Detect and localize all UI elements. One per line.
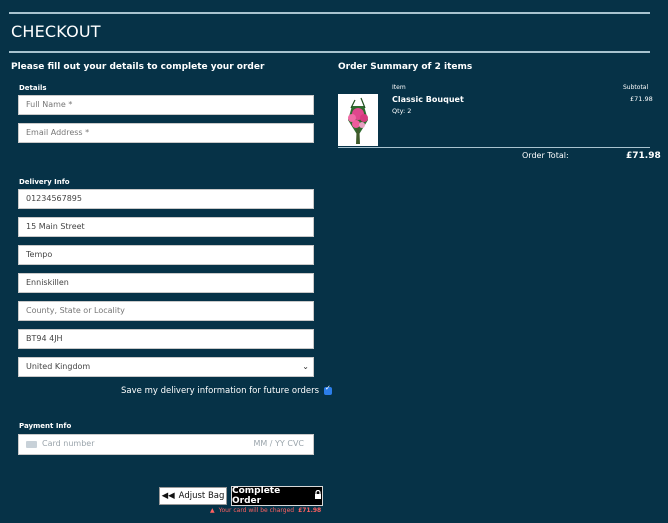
card-input[interactable]: Card number MM / YY CVC <box>18 434 314 455</box>
county-input[interactable]: County, State or Locality <box>18 301 314 321</box>
adjust-bag-button[interactable]: ◀◀ Adjust Bag <box>159 487 227 505</box>
email-input[interactable]: Email Address * <box>18 123 314 143</box>
page-title: CHECKOUT <box>11 22 101 41</box>
save-info-row[interactable]: Save my delivery information for future … <box>121 384 332 396</box>
item-column-header: Item <box>392 84 406 91</box>
save-info-label: Save my delivery information for future … <box>121 386 319 396</box>
form-instructions: Please fill out your details to complete… <box>11 62 265 72</box>
full-name-input[interactable]: Full Name * <box>18 95 314 115</box>
postcode-input[interactable]: BT94 4JH <box>18 329 314 349</box>
warning-icon: ▲ <box>210 507 215 514</box>
warning-text: Your card will be charged <box>218 507 295 514</box>
order-total-value: £71.98 <box>626 151 661 161</box>
country-value: United Kingdom <box>26 362 91 371</box>
warning-amount: £71.98 <box>298 507 322 514</box>
card-expiry-cvc-placeholder: MM / YY CVC <box>253 439 304 448</box>
title-rule <box>9 51 650 53</box>
order-summary-title: Order Summary of 2 items <box>338 62 473 72</box>
complete-order-button[interactable]: Complete Order <box>231 486 323 506</box>
card-number-placeholder: Card number <box>42 439 95 448</box>
delivery-label: Delivery Info <box>19 178 70 186</box>
save-info-checkbox[interactable] <box>324 384 332 395</box>
details-label: Details <box>19 84 47 92</box>
charge-warning: ▲ Your card will be charged £71.98 <box>210 507 321 514</box>
city-input[interactable]: Enniskillen <box>18 273 314 293</box>
product-subtotal: £71.98 <box>630 95 653 103</box>
phone-input[interactable]: 01234567895 <box>18 189 314 209</box>
product-qty: Qty: 2 <box>392 107 412 115</box>
total-divider <box>338 147 650 148</box>
top-rule <box>9 12 650 14</box>
product-name: Classic Bouquet <box>392 95 464 104</box>
complete-order-label: Complete Order <box>232 486 281 506</box>
subtotal-column-header: Subtotal <box>623 84 649 91</box>
chevron-down-icon: ⌄ <box>302 362 309 371</box>
country-select[interactable]: United Kingdom ⌄ <box>18 357 314 377</box>
adjust-bag-label: Adjust Bag <box>178 491 225 501</box>
rewind-icon: ◀◀ <box>161 491 175 501</box>
card-icon <box>26 441 37 448</box>
town-input[interactable]: Tempo <box>18 245 314 265</box>
payment-label: Payment Info <box>19 422 72 430</box>
lock-icon <box>314 489 322 502</box>
street-input[interactable]: 15 Main Street <box>18 217 314 237</box>
order-total-label: Order Total: <box>522 151 569 160</box>
product-thumbnail <box>338 94 378 146</box>
